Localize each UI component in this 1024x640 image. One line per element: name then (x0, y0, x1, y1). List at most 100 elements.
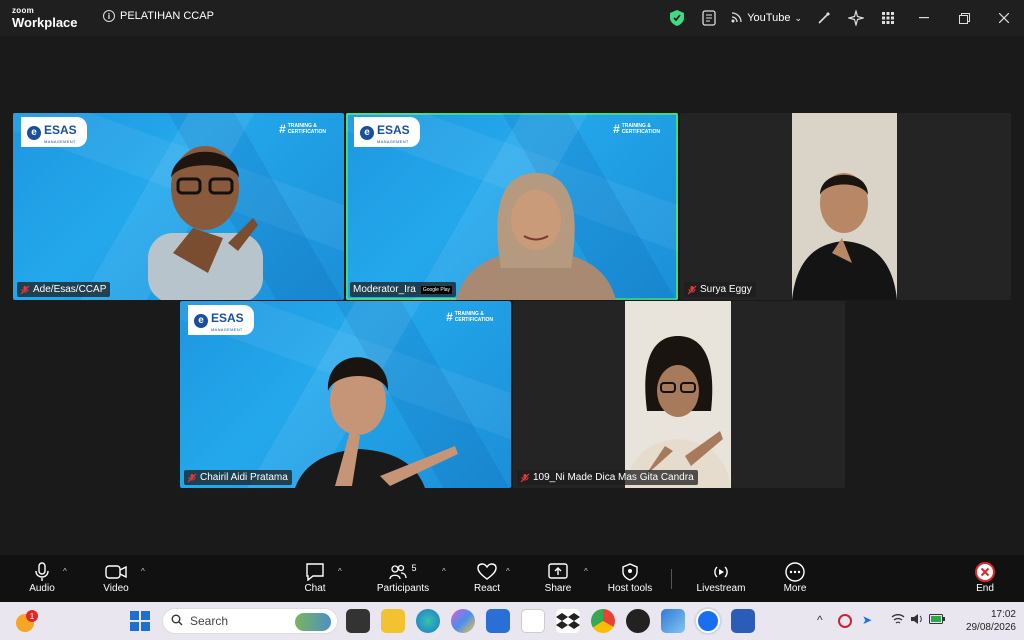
notes-icon[interactable] (693, 0, 725, 36)
participants-icon: 5 (389, 561, 417, 583)
participant-video (295, 357, 458, 488)
video-tile[interactable]: e ESAS MANAGEMENT # TRAINING & CERTIFICATIO… (13, 113, 344, 300)
shield-icon[interactable] (661, 0, 693, 36)
more-button[interactable]: More (779, 561, 811, 594)
video-gallery: e ESAS MANAGEMENT # TRAINING & CERTIFICATIO… (0, 36, 1024, 555)
logo-sub: MANAGEMENT (377, 139, 409, 144)
audio-label: Audio (29, 583, 55, 594)
participants-options-caret[interactable]: ^ (442, 567, 446, 576)
chat-options-caret[interactable]: ^ (338, 567, 342, 576)
dropbox-icon[interactable] (556, 609, 580, 633)
media-player-icon[interactable] (626, 609, 650, 633)
broadcast-icon (731, 11, 743, 26)
minimize-icon[interactable] (904, 0, 944, 36)
participant-video (148, 146, 263, 300)
windows-start-icon[interactable] (130, 611, 150, 636)
info-icon[interactable]: i (103, 10, 115, 22)
react-button[interactable]: React (471, 561, 503, 594)
search-placeholder: Search (190, 614, 229, 628)
participant-name: Chairil Aidi Pratama (200, 472, 288, 483)
participant-name: Moderator_Ira (353, 284, 416, 295)
training-badge: # TRAINING & CERTIFICATION (446, 310, 493, 324)
name-tag: 109_Ni Made Dica Mas Gita Candra (517, 470, 698, 485)
amazon-icon[interactable] (521, 609, 545, 633)
end-button[interactable]: End (969, 561, 1001, 594)
host-tools-label: Host tools (607, 583, 653, 594)
chat-label: Chat (304, 583, 326, 594)
participant-name: Surya Eggy (700, 284, 752, 295)
chat-button[interactable]: Chat (299, 561, 331, 594)
video-options-caret[interactable]: ^ (141, 567, 145, 576)
bluetooth-icon[interactable]: ➤ (862, 613, 872, 627)
store-icon[interactable] (486, 609, 510, 633)
microphone-icon (35, 561, 49, 583)
host-tools-button[interactable]: Host tools (604, 561, 656, 594)
tc-line2: CERTIFICATION (287, 129, 326, 135)
logo-sub: MANAGEMENT (44, 139, 76, 144)
share-label: Share (544, 583, 572, 594)
zoom-logo: zoom Workplace (12, 6, 78, 30)
overlay-badge: Google Play (420, 285, 453, 294)
video-tile[interactable]: e ESAS MANAGEMENT # TRAINING & CERTIFICATIO… (180, 301, 511, 488)
logo-text: ESAS (211, 311, 244, 325)
ai-companion-icon[interactable] (840, 0, 872, 36)
chrome-icon[interactable] (591, 609, 615, 633)
participants-button[interactable]: 5 Participants (374, 561, 432, 594)
training-badge: # TRAINING & CERTIFICATION (279, 122, 326, 136)
more-icon (785, 561, 805, 583)
livestream-button[interactable]: Livestream (694, 561, 748, 594)
clock-date: 29/08/2026 (965, 622, 1016, 633)
mic-muted-icon (20, 285, 30, 294)
photos-icon[interactable] (661, 609, 685, 633)
antivirus-icon[interactable] (838, 614, 852, 628)
restore-icon[interactable] (944, 0, 984, 36)
chevron-up-icon[interactable]: ^ (817, 613, 823, 627)
battery-icon[interactable] (929, 613, 945, 627)
esas-logo: e ESAS MANAGEMENT (188, 305, 254, 335)
esas-logo: e ESAS MANAGEMENT (354, 117, 420, 147)
livestream-label: Livestream (696, 583, 746, 594)
stream-label: YouTube (747, 12, 791, 24)
wifi-icon[interactable] (891, 613, 905, 628)
tc-line2: CERTIFICATION (454, 317, 493, 323)
livestream-indicator[interactable]: YouTube ⌄ (725, 11, 808, 26)
video-tile[interactable]: Surya Eggy (680, 113, 1011, 300)
video-button[interactable]: Video (100, 561, 132, 594)
video-tile[interactable]: 109_Ni Made Dica Mas Gita Candra (513, 301, 845, 488)
meeting-toolbar: Audio ^ Video ^ Chat ^ 5 Participants ^ … (0, 555, 1024, 602)
participant-name: 109_Ni Made Dica Mas Gita Candra (533, 472, 694, 483)
zoom-taskbar-icon[interactable] (696, 609, 720, 633)
volume-icon[interactable] (910, 613, 924, 628)
close-icon[interactable] (984, 0, 1024, 36)
edge-icon[interactable] (416, 609, 440, 633)
word-icon[interactable] (731, 609, 755, 633)
react-options-caret[interactable]: ^ (506, 567, 510, 576)
heart-icon (477, 561, 497, 583)
audio-button[interactable]: Audio (26, 561, 58, 594)
meeting-info[interactable]: i PELATIHAN CCAP (103, 10, 214, 22)
participant-name: Ade/Esas/CCAP (33, 284, 107, 295)
system-clock[interactable]: 17:02 29/08/2026 (966, 608, 1016, 634)
meeting-title: PELATIHAN CCAP (120, 10, 214, 22)
file-explorer-icon[interactable] (381, 609, 405, 633)
annotate-icon[interactable] (808, 0, 840, 36)
chevron-down-icon: ⌄ (794, 12, 802, 23)
weather-widget[interactable]: 1 (16, 610, 38, 632)
video-tile-active[interactable]: e ESAS MANAGEMENT # TRAINING & CERTIFICATIO… (346, 113, 678, 300)
brand-top: zoom (12, 6, 35, 15)
participants-label: Participants (376, 583, 430, 594)
share-screen-icon (548, 561, 568, 583)
notification-badge: 1 (26, 610, 38, 622)
name-tag: Ade/Esas/CCAP (17, 282, 111, 297)
copilot-icon[interactable] (451, 609, 475, 633)
title-bar: zoom Workplace i PELATIHAN CCAP YouTube … (0, 0, 1024, 36)
task-view-icon[interactable] (346, 609, 370, 633)
audio-options-caret[interactable]: ^ (63, 567, 67, 576)
mic-muted-icon (520, 473, 530, 482)
more-label: More (783, 583, 807, 594)
share-options-caret[interactable]: ^ (584, 567, 588, 576)
taskbar-search[interactable]: Search (162, 608, 338, 634)
share-button[interactable]: Share (542, 561, 574, 594)
chat-icon (305, 561, 325, 583)
apps-grid-icon[interactable] (872, 0, 904, 36)
